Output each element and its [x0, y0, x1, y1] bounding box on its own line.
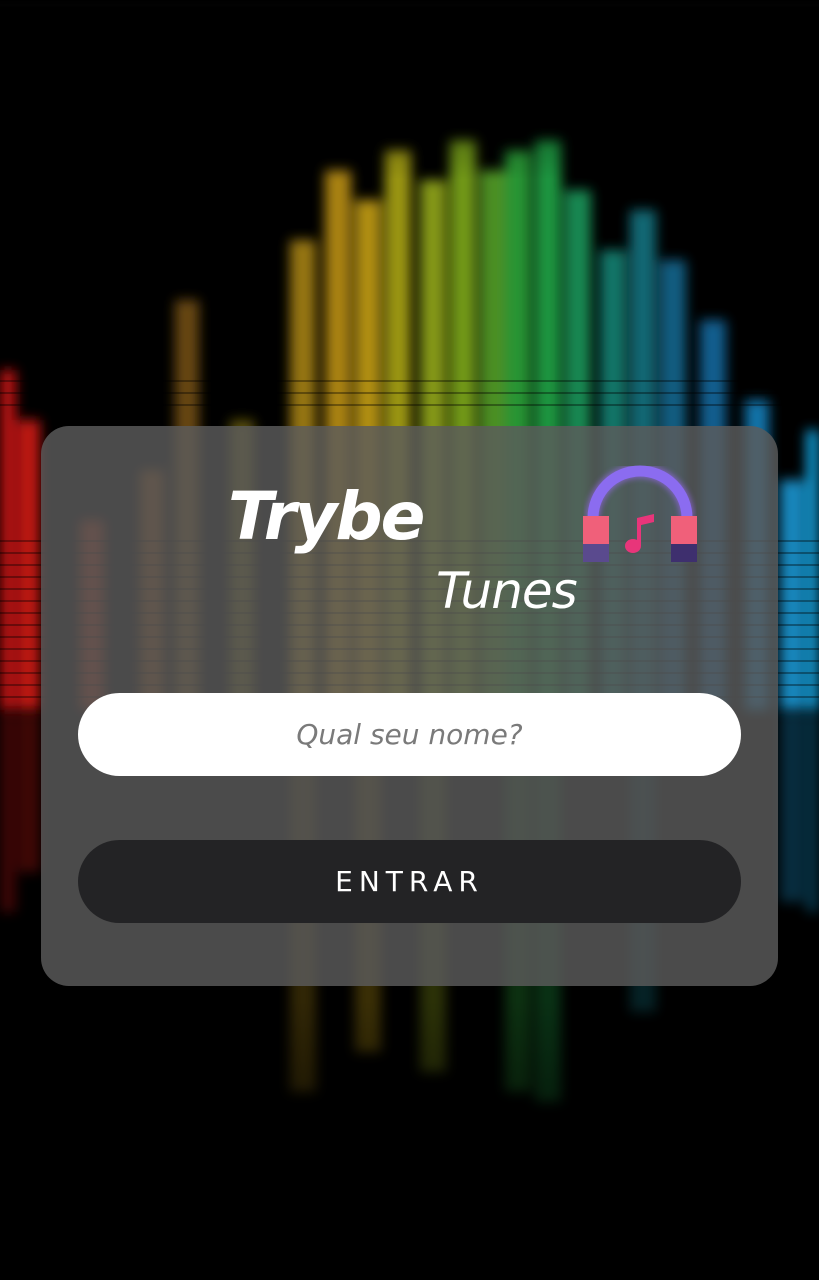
brand-title-primary: Trybe	[228, 478, 425, 555]
brand-title-secondary: Tunes	[436, 562, 578, 620]
app-logo: Trybe Tunes	[41, 426, 778, 646]
login-card: Trybe Tunes ENTRAR	[41, 426, 778, 986]
enter-button[interactable]: ENTRAR	[78, 840, 741, 923]
headphones-music-note-icon	[583, 464, 697, 562]
name-input[interactable]	[78, 693, 741, 776]
